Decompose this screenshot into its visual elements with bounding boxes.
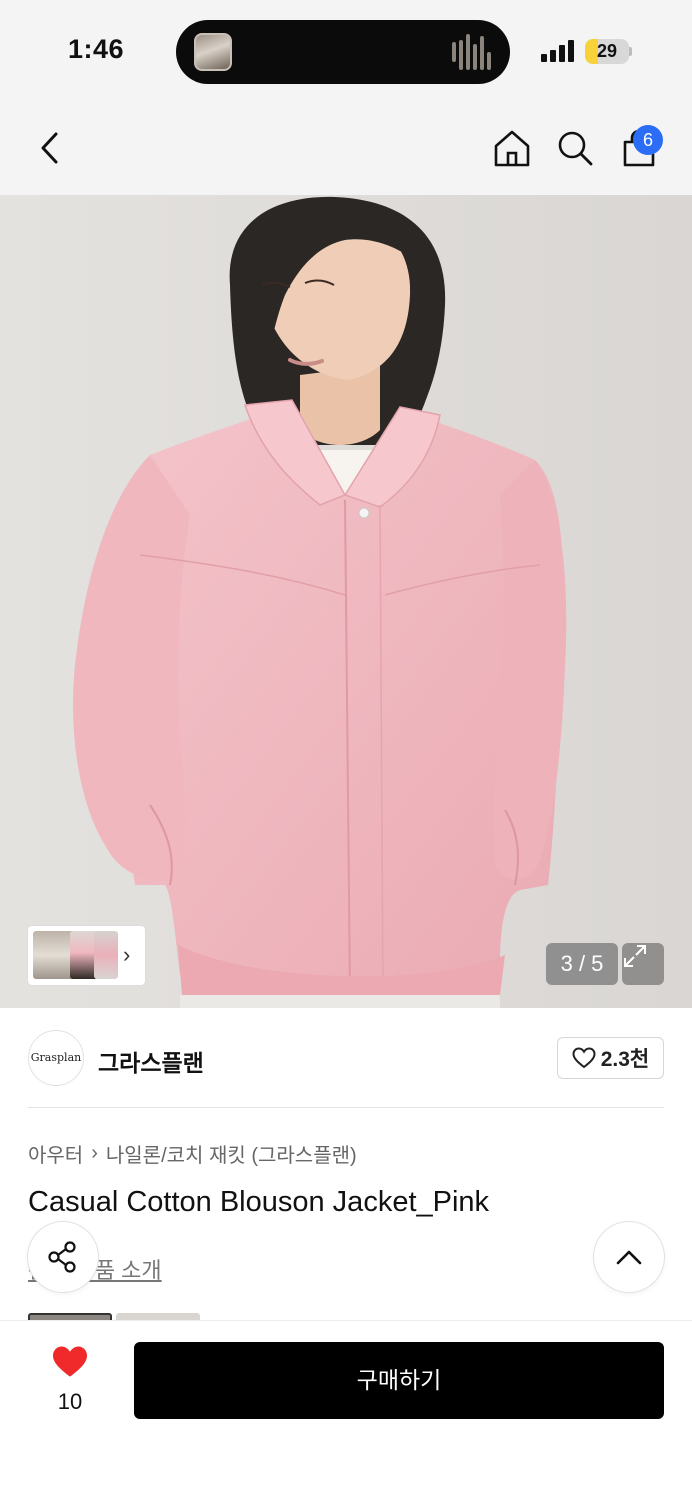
heart-filled-icon	[53, 1346, 87, 1377]
dynamic-island[interactable]	[176, 20, 510, 84]
heart-outline-icon	[572, 1047, 596, 1069]
brand-like-button[interactable]: 2.3천	[557, 1037, 664, 1079]
cart-count-badge: 6	[633, 125, 663, 155]
search-button[interactable]	[551, 122, 599, 174]
breadcrumb: 아우터 › 나일론/코치 재킷 (그라스플랜)	[28, 1139, 357, 1168]
product-title: Casual Cotton Blouson Jacket_Pink	[28, 1186, 490, 1218]
media-thumbnail-icon	[194, 33, 232, 71]
expand-button[interactable]	[622, 943, 664, 985]
brand-logo[interactable]: Grasplan	[28, 1030, 84, 1086]
back-arrow-icon	[41, 132, 58, 164]
share-icon	[48, 1241, 76, 1273]
share-button[interactable]	[28, 1222, 98, 1292]
thumbnail-image[interactable]	[94, 931, 118, 979]
wishlist-button[interactable]: 10	[40, 1345, 100, 1415]
home-button[interactable]	[488, 122, 536, 174]
breadcrumb-subcategory[interactable]: 나일론/코치 재킷 (그라스플랜)	[106, 1139, 357, 1168]
battery-icon: 29	[585, 39, 629, 64]
buy-button[interactable]: 구매하기	[134, 1342, 664, 1419]
status-time: 1:46	[68, 34, 125, 64]
audio-waveform-icon	[452, 34, 492, 70]
chevron-up-icon	[616, 1250, 642, 1265]
brand-name[interactable]: 그라스플랜	[98, 1044, 204, 1078]
nav-bar	[0, 100, 692, 195]
status-bar: 1:46 29	[0, 0, 692, 100]
chevron-right-icon: ›	[91, 1142, 98, 1164]
search-icon	[558, 131, 593, 166]
product-photo	[0, 195, 692, 1008]
wishlist-count: 10	[57, 1389, 83, 1414]
thumbnail-image[interactable]	[33, 931, 75, 979]
back-button[interactable]	[26, 122, 74, 174]
home-icon	[494, 130, 530, 167]
chevron-right-icon[interactable]: ›	[123, 942, 130, 968]
battery-cap	[629, 47, 632, 56]
brand-like-count: 2.3천	[600, 1048, 650, 1071]
signal-icon	[541, 40, 575, 62]
breadcrumb-category[interactable]: 아우터	[28, 1139, 83, 1168]
thumbnail-strip[interactable]: ›	[28, 926, 145, 985]
divider	[28, 1107, 664, 1108]
battery-percent: 29	[596, 41, 618, 61]
expand-icon	[624, 945, 646, 967]
product-image-carousel[interactable]: 3 / 5	[0, 195, 692, 1008]
scroll-top-button[interactable]	[594, 1222, 664, 1292]
image-counter: 3 / 5	[546, 943, 618, 985]
